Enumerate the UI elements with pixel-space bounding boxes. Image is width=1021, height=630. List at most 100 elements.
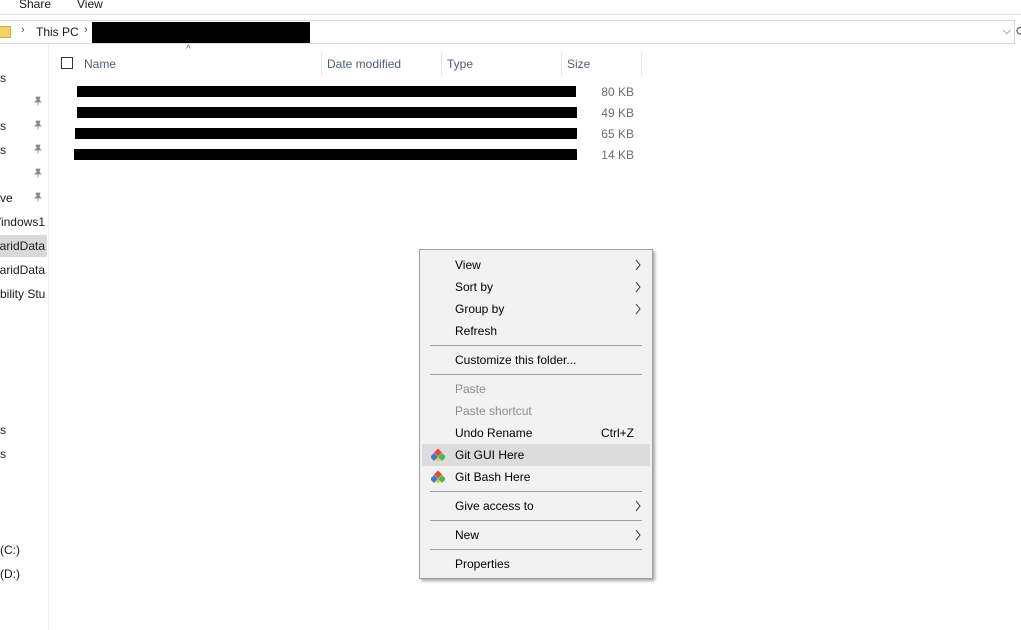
breadcrumb-this-pc[interactable]: This PC [36,25,79,39]
menu-item-paste[interactable]: Paste [422,378,650,400]
file-size: 80 KB [601,85,634,99]
nav-item-label: s [0,119,6,133]
address-bar[interactable]: › This PC › ⌵ [0,20,1015,44]
chevron-right-icon [635,259,641,271]
nav-item[interactable]: s [0,139,47,161]
column-header-date-modified[interactable]: Date modified [322,52,442,76]
nav-item-label: s [0,143,6,157]
menu-item-shortcut: Ctrl+Z [601,426,634,440]
pin-icon[interactable] [33,96,43,106]
nav-item[interactable]: Windows1 [0,211,47,233]
ribbon-tab-share[interactable]: Share [19,0,51,11]
pin-icon[interactable] [33,192,43,202]
pin-icon[interactable] [33,144,43,154]
menu-item-label: Refresh [455,324,498,338]
file-row[interactable]: 49 KB [74,103,640,124]
pin-icon[interactable] [33,168,43,178]
column-header-type[interactable]: Type [442,52,562,76]
menu-separator [430,520,642,521]
nav-item[interactable] [0,91,47,113]
chevron-right-icon [635,529,641,541]
git-bash-icon [431,470,445,484]
file-size: 49 KB [601,106,634,120]
nav-item-label: (D:) [0,567,20,581]
menu-item-label: Give access to [455,499,534,513]
ribbon: Share View [0,0,1021,15]
nav-item-label: s [0,447,6,461]
file-row[interactable]: 80 KB [74,82,640,103]
menu-item-new[interactable]: New [422,524,650,546]
redacted-breadcrumb [92,22,310,43]
nav-item-label: Windows1 [0,215,45,229]
folder-icon [0,26,11,38]
menu-item-label: New [455,528,480,542]
nav-item-drive-d[interactable]: (D:) [0,563,47,585]
menu-item-label: Paste shortcut [455,404,532,418]
menu-item-group-by[interactable]: Group by [422,298,650,320]
menu-item-label: Properties [455,557,510,571]
menu-item-label: Sort by [455,280,494,294]
menu-separator [430,549,642,550]
nav-item-label: s [0,423,6,437]
menu-item-label: Git GUI Here [455,448,525,462]
nav-item-label: ve [0,191,13,205]
menu-item-refresh[interactable]: Refresh [422,320,650,342]
nav-item[interactable]: aridData [0,259,47,281]
file-row[interactable]: 14 KB [74,145,640,166]
menu-item-give-access-to[interactable]: Give access to [422,495,650,517]
menu-item-label: View [455,258,481,272]
file-size: 65 KB [601,127,634,141]
menu-item-git-bash-here[interactable]: Git Bash Here [422,466,650,488]
nav-item[interactable]: bility Stu [0,283,47,305]
menu-item-view[interactable]: View [422,254,650,276]
nav-item-label: aridData [0,263,45,277]
menu-item-sort-by[interactable]: Sort by [422,276,650,298]
refresh-icon[interactable]: ⟳ [1016,24,1021,38]
nav-item-label: s [0,71,6,85]
chevron-down-icon[interactable]: ⌵ [1003,25,1011,38]
menu-item-label: Git Bash Here [455,470,531,484]
menu-item-label: Group by [455,302,505,316]
redacted-file-info [75,128,577,139]
git-gui-icon [431,448,445,462]
redacted-file-info [74,149,577,160]
menu-item-label: Paste [455,382,486,396]
menu-separator [430,374,642,375]
context-menu: View Sort by Group by Refresh Customize … [419,249,653,579]
redacted-file-info [77,86,576,97]
file-row[interactable]: 65 KB [74,124,640,145]
nav-item-selected[interactable]: aridData [0,235,47,257]
breadcrumb-chevron-icon[interactable]: › [21,24,25,36]
nav-item[interactable] [0,163,47,185]
nav-item-label: (C:) [0,543,20,557]
menu-separator [430,491,642,492]
nav-item[interactable]: s [0,115,47,137]
nav-item-drive-c[interactable]: (C:) [0,539,47,561]
menu-separator [430,345,642,346]
chevron-right-icon [635,281,641,293]
column-header-name[interactable]: Name [79,52,322,76]
column-header-size[interactable]: Size [562,52,642,76]
pin-icon[interactable] [33,120,43,130]
nav-item[interactable]: s [0,67,47,89]
chevron-right-icon [635,500,641,512]
nav-item[interactable]: s [0,419,47,441]
menu-item-paste-shortcut[interactable]: Paste shortcut [422,400,650,422]
nav-item-label: aridData [0,239,45,253]
redacted-file-info [77,107,577,118]
menu-item-undo-rename[interactable]: Undo Rename Ctrl+Z [422,422,650,444]
menu-item-git-gui-here[interactable]: Git GUI Here [422,444,650,466]
navigation-pane: s s s ve Windows1 aridData aridData bili… [0,44,49,630]
select-all-checkbox[interactable] [61,57,73,69]
menu-item-label: Undo Rename [455,426,533,440]
ribbon-tab-view[interactable]: View [77,0,103,11]
breadcrumb-chevron-icon[interactable]: › [84,24,88,36]
menu-item-label: Customize this folder... [455,353,577,367]
nav-item-label: bility Stu [0,287,46,301]
menu-item-properties[interactable]: Properties [422,553,650,575]
chevron-right-icon [635,303,641,315]
menu-item-customize-folder[interactable]: Customize this folder... [422,349,650,371]
nav-item[interactable]: ve [0,187,47,209]
file-size: 14 KB [601,148,634,162]
nav-item[interactable]: s [0,443,47,465]
